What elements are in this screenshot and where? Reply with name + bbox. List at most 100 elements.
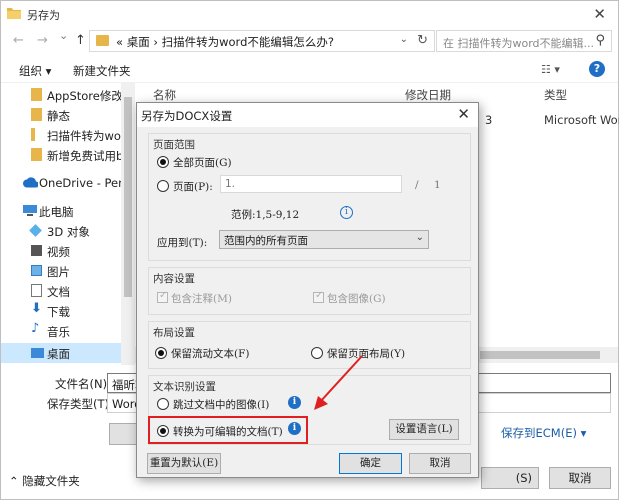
sidebar-item-label: 音乐 [47, 325, 70, 339]
sidebar-item-pictures[interactable]: 图片 [1, 261, 121, 281]
search-input[interactable]: 在 扫描件转为word不能编辑... ⚲ [436, 30, 612, 52]
keep-flow-text-radio[interactable] [155, 347, 167, 359]
sidebar-item-label: 下载 [47, 305, 70, 319]
group-title: 页面范围 [153, 139, 195, 151]
scrollbar-thumb[interactable] [480, 351, 600, 359]
column-header-modified[interactable]: 修改日期 [405, 87, 451, 103]
folder-icon [96, 35, 109, 46]
folder-icon [7, 8, 21, 19]
sidebar-item-free-trial[interactable]: 新增免费试用ba [1, 145, 121, 165]
sidebar-item-label: AppStore修改 [47, 89, 121, 103]
sidebar-item-desktop[interactable]: 桌面 [1, 343, 121, 363]
filename-label: 文件名(N): [55, 377, 111, 391]
folder-icon [31, 128, 35, 141]
folder-icon [31, 88, 42, 101]
file-row-date: 3 [485, 113, 493, 127]
sidebar-item-downloads[interactable]: ⬇ 下载 [1, 301, 121, 321]
address-bar[interactable]: « 桌面 › 扫描件转为word不能编辑怎么办? ⌄ ↻ [89, 30, 435, 52]
search-icon[interactable]: ⚲ [595, 33, 605, 48]
set-language-button[interactable]: 设置语言(L) [389, 419, 459, 440]
help-icon[interactable]: ? [589, 61, 605, 77]
include-images-checkbox[interactable] [313, 290, 324, 303]
sidebar-item-label: 此电脑 [39, 205, 74, 219]
document-icon [31, 284, 42, 297]
pages-radio[interactable] [157, 180, 169, 192]
tools-button-partial[interactable] [109, 423, 139, 445]
sidebar-item-documents[interactable]: 文档 [1, 281, 121, 301]
sidebar-item-label: 新增免费试用ba [47, 149, 121, 163]
recent-locations-icon[interactable]: ⌄ [59, 29, 68, 42]
reset-defaults-button[interactable]: 重置为默认(E) [147, 453, 221, 474]
sidebar-item-static[interactable]: 静态 [1, 105, 121, 125]
info-icon[interactable]: i [340, 206, 353, 219]
sidebar-item-scan-to-word[interactable]: 扫描件转为word [1, 125, 121, 145]
range-example: 范例:1,5-9,12 [231, 209, 300, 221]
sidebar-item-onedrive[interactable]: OneDrive - Persc [1, 173, 135, 193]
skip-images-radio[interactable] [157, 398, 169, 410]
cube-icon [29, 224, 42, 237]
group-title: 文本识别设置 [153, 381, 216, 393]
all-pages-label[interactable]: 全部页面(G) [173, 155, 232, 170]
dialog-title-bar: 另存为DOCX设置 ✕ [137, 103, 478, 127]
sidebar-item-label: 文档 [47, 285, 70, 299]
back-arrow-icon[interactable]: ← [13, 33, 24, 48]
sidebar-item-label: 扫描件转为word [47, 129, 121, 143]
page-separator: / [415, 179, 419, 191]
column-header-type[interactable]: 类型 [544, 87, 567, 103]
save-button[interactable]: (S) [481, 467, 539, 489]
navigation-bar: ← → ⌄ ↑ « 桌面 › 扫描件转为word不能编辑怎么办? ⌄ ↻ 在 扫… [1, 29, 618, 55]
keep-flow-text-label[interactable]: 保留流动文本(F) [171, 346, 249, 361]
refresh-icon[interactable]: ↻ [417, 33, 428, 48]
apply-to-select[interactable]: 范围内的所有页面 ⌄ [219, 230, 429, 249]
all-pages-radio[interactable] [157, 156, 169, 168]
computer-icon [23, 205, 37, 216]
dialog-title: 另存为DOCX设置 [141, 109, 233, 123]
sidebar-item-music[interactable]: ♪ 音乐 [1, 321, 121, 341]
breadcrumb[interactable]: « 桌面 › 扫描件转为word不能编辑怎么办? [116, 34, 334, 50]
pages-input[interactable]: 1. [220, 175, 402, 193]
close-icon[interactable]: ✕ [457, 105, 470, 123]
sidebar-item-label: 3D 对象 [47, 225, 90, 239]
cancel-button[interactable]: 取消 [409, 453, 471, 474]
window-title: 另存为 [27, 9, 60, 22]
file-row-type: Microsoft Word [544, 113, 619, 127]
new-folder-button[interactable]: 新建文件夹 [73, 63, 131, 79]
hide-folders-toggle[interactable]: ⌃ 隐藏文件夹 [9, 473, 80, 489]
content-settings-group: 内容设置 包含注释(M) 包含图像(G) [148, 267, 471, 315]
desktop-icon [31, 348, 44, 358]
apply-to-label: 应用到(T): [157, 237, 208, 249]
pages-label[interactable]: 页面(P): [173, 179, 213, 194]
annotation-arrow [314, 355, 363, 410]
search-placeholder: 在 扫描件转为word不能编辑... [443, 37, 595, 50]
save-to-ecm-button[interactable]: 保存到ECM(E) ▾ [501, 425, 586, 441]
sidebar-item-appstore[interactable]: AppStore修改 [1, 85, 121, 105]
sidebar-item-this-pc[interactable]: 此电脑 [1, 201, 121, 221]
sidebar-item-3d-objects[interactable]: 3D 对象 [1, 221, 121, 241]
up-arrow-icon[interactable]: ↑ [75, 33, 86, 48]
skip-images-label[interactable]: 跳过文档中的图像(I) [173, 397, 269, 412]
video-icon [31, 245, 42, 256]
group-title: 内容设置 [153, 273, 195, 285]
include-images-label: 包含图像(G) [327, 293, 386, 305]
include-comments-checkbox[interactable] [157, 290, 168, 303]
group-title: 布局设置 [153, 327, 195, 339]
view-options-icon[interactable]: ☷ ▾ [541, 63, 560, 76]
folder-icon [31, 108, 42, 121]
include-comments-label: 包含注释(M) [171, 293, 232, 305]
ok-button[interactable]: 确定 [339, 453, 402, 474]
navigation-pane: AppStore修改 静态 扫描件转为word 新增免费试用ba OneDriv… [1, 83, 135, 365]
column-header-name[interactable]: 名称 [153, 87, 176, 103]
chevron-down-icon[interactable]: ⌄ [400, 34, 408, 45]
picture-icon [31, 265, 42, 276]
close-icon[interactable]: ✕ [593, 5, 606, 23]
cloud-icon [23, 177, 38, 188]
sidebar-item-videos[interactable]: 视频 [1, 241, 121, 261]
cancel-button[interactable]: 取消 [549, 467, 611, 489]
organize-button[interactable]: 组织 ▾ [19, 63, 51, 79]
sidebar-scrollbar[interactable] [121, 83, 135, 365]
scrollbar-thumb[interactable] [124, 97, 132, 297]
apply-to-value: 范围内的所有页面 [224, 235, 308, 247]
title-bar: 另存为 ✕ [1, 1, 618, 27]
hide-folders-label: 隐藏文件夹 [22, 474, 80, 488]
forward-arrow-icon[interactable]: → [37, 33, 48, 48]
